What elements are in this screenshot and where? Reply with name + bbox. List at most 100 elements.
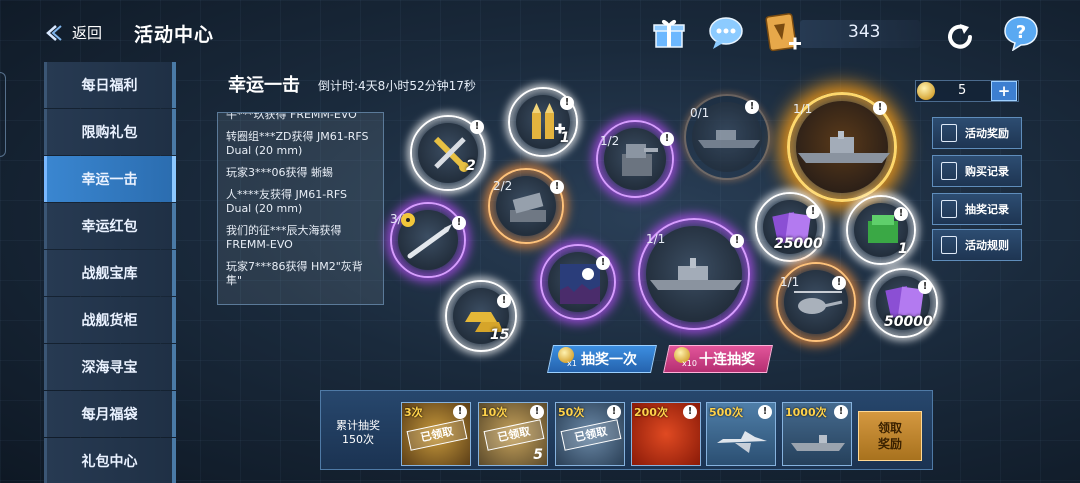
claimed-stamp: 已领取 (406, 419, 468, 451)
turret-icon (622, 144, 658, 176)
purchase-history-label: 购买记录 (965, 165, 1009, 178)
sidebar-item-label: 深海寻宝 (81, 360, 138, 376)
draw-ten-label: 十连抽奖 (699, 352, 755, 368)
milestone-10[interactable]: 10次 ! 已领取 5 (478, 402, 548, 466)
prize-count: 1 (560, 130, 570, 146)
info-icon[interactable]: ! (730, 234, 744, 248)
reward-list-icon (941, 124, 957, 142)
log-entry: 牛***玖获得 FREMM-EVO (226, 112, 357, 121)
destroyer-icon (698, 130, 760, 148)
countdown-timer: 倒计时:4天8小时52分钟17秒 (318, 79, 476, 93)
ticket-icon[interactable] (762, 12, 802, 54)
back-label: 返回 (72, 24, 103, 42)
info-icon[interactable]: ! (497, 294, 511, 308)
event-rules-button[interactable]: 活动规则 (932, 229, 1022, 261)
milestone-count: 5 (533, 447, 543, 463)
chat-icon[interactable] (708, 16, 744, 50)
sidebar-item-monthly-bag[interactable]: 每月福袋 (44, 391, 176, 437)
prize-fraction: 0/1 (690, 106, 710, 120)
claim-rewards-button[interactable]: 领取 奖励 (858, 411, 922, 461)
prize-fraction: 1/1 (646, 232, 666, 246)
info-icon[interactable]: ! (806, 205, 820, 219)
info-icon[interactable]: ! (607, 405, 621, 419)
draw-history-button[interactable]: 抽奖记录 (932, 193, 1022, 225)
checklist-icon (941, 200, 957, 218)
milestone-label: 10次 (481, 406, 508, 419)
info-icon[interactable]: ! (683, 405, 697, 419)
fighter-jet-icon (717, 431, 767, 453)
sidebar-item-label: 限购礼包 (81, 125, 138, 141)
sidebar-item-lucky-strike[interactable]: 幸运一击 (44, 156, 176, 202)
draw-once-label: 抽奖一次 (581, 352, 637, 368)
sidebar-item-warship-vault[interactable]: 战舰宝库 (44, 250, 176, 296)
winner-log-panel[interactable]: 牛***玖获得 FREMM-EVO 转圈组***ZD获得 JM61-RFS Du… (217, 112, 384, 305)
event-rewards-button[interactable]: 活动奖励 (932, 117, 1022, 149)
add-coin-button[interactable]: + (991, 81, 1017, 101)
sidebar-item-warship-container[interactable]: 战舰货柜 (44, 297, 176, 343)
milestone-label: 1000次 (785, 406, 827, 419)
top-bar: 返回 活动中心 343 ? (0, 0, 1080, 66)
info-icon[interactable]: ! (596, 256, 610, 270)
prize-fraction: 2/2 (493, 179, 513, 193)
sidebar-item-label: 每月福袋 (81, 407, 138, 423)
info-icon[interactable]: ! (530, 405, 544, 419)
milestone-50[interactable]: 50次 ! 已领取 (555, 402, 625, 466)
milestone-3[interactable]: 3次 ! 已领取 (401, 402, 471, 466)
log-entry: 我们的征***辰大海获得 FREMM-EVO (226, 224, 342, 251)
helicopter-icon (794, 291, 843, 314)
info-icon[interactable]: ! (560, 96, 574, 110)
sidebar-item-limited-pack[interactable]: 限购礼包 (44, 109, 176, 155)
info-icon[interactable]: ! (873, 101, 887, 115)
info-icon[interactable]: ! (453, 405, 467, 419)
info-icon[interactable]: ! (550, 180, 564, 194)
log-entry: 玩家3***06获得 蜥蜴 (226, 166, 333, 179)
gift-icon[interactable] (653, 17, 685, 49)
info-icon[interactable]: ! (660, 132, 674, 146)
draw-history-label: 抽奖记录 (965, 203, 1009, 216)
radiation-icon (401, 213, 415, 227)
prize-orb-helicopter[interactable] (776, 262, 856, 342)
info-icon[interactable]: ! (894, 207, 908, 221)
sidebar-item-deep-sea-treasure[interactable]: 深海寻宝 (44, 344, 176, 390)
back-button[interactable]: 返回 (44, 22, 102, 43)
currency-value: 343 (848, 22, 881, 42)
info-icon[interactable]: ! (452, 216, 466, 230)
prize-count: 50000 (884, 314, 933, 330)
sidebar-item-label: 战舰货柜 (81, 313, 138, 329)
help-icon[interactable]: ? (1003, 15, 1039, 51)
event-rules-label: 活动规则 (965, 239, 1009, 252)
event-title: 幸运一击 (228, 75, 300, 96)
info-icon[interactable]: ! (832, 276, 846, 290)
prize-orb-turret[interactable] (596, 120, 674, 198)
info-icon[interactable]: ! (918, 280, 932, 294)
sidebar-item-lucky-red-envelope[interactable]: 幸运红包 (44, 203, 176, 249)
claimed-stamp: 已领取 (560, 419, 622, 451)
info-icon[interactable]: ! (745, 100, 759, 114)
claim-line-1: 领取 (877, 421, 902, 435)
milestone-label: 50次 (558, 406, 585, 419)
frigate-icon (650, 258, 742, 290)
milestone-1000[interactable]: 1000次 ! (782, 402, 852, 466)
milestone-200[interactable]: 200次 ! (631, 402, 701, 466)
sidebar-item-label: 战舰宝库 (81, 266, 138, 282)
info-icon[interactable]: ! (834, 405, 848, 419)
purchase-history-button[interactable]: 购买记录 (932, 155, 1022, 187)
info-icon[interactable]: ! (758, 405, 772, 419)
cumulative-label-text: 累计抽奖 (336, 419, 380, 432)
sidebar-item-gift-center[interactable]: 礼包中心 (44, 438, 176, 483)
draw-ten-multiplier: x10 (682, 359, 697, 368)
left-edge-handle[interactable] (0, 72, 6, 157)
carrier-ship-icon (791, 435, 845, 451)
svg-text:?: ? (1016, 22, 1026, 43)
prize-count: 1 (898, 241, 908, 257)
event-rewards-label: 活动奖励 (965, 127, 1009, 140)
milestone-500[interactable]: 500次 ! (706, 402, 776, 466)
missile-icon (407, 224, 452, 259)
back-arrow-icon (46, 24, 62, 41)
info-icon[interactable]: ! (470, 120, 484, 134)
milestone-label: 200次 (634, 406, 668, 419)
cumulative-count: 150次 (342, 433, 374, 446)
sidebar-item-daily-welfare[interactable]: 每日福利 (44, 62, 176, 108)
milestone-label: 3次 (404, 406, 423, 419)
refresh-icon[interactable] (943, 20, 977, 54)
